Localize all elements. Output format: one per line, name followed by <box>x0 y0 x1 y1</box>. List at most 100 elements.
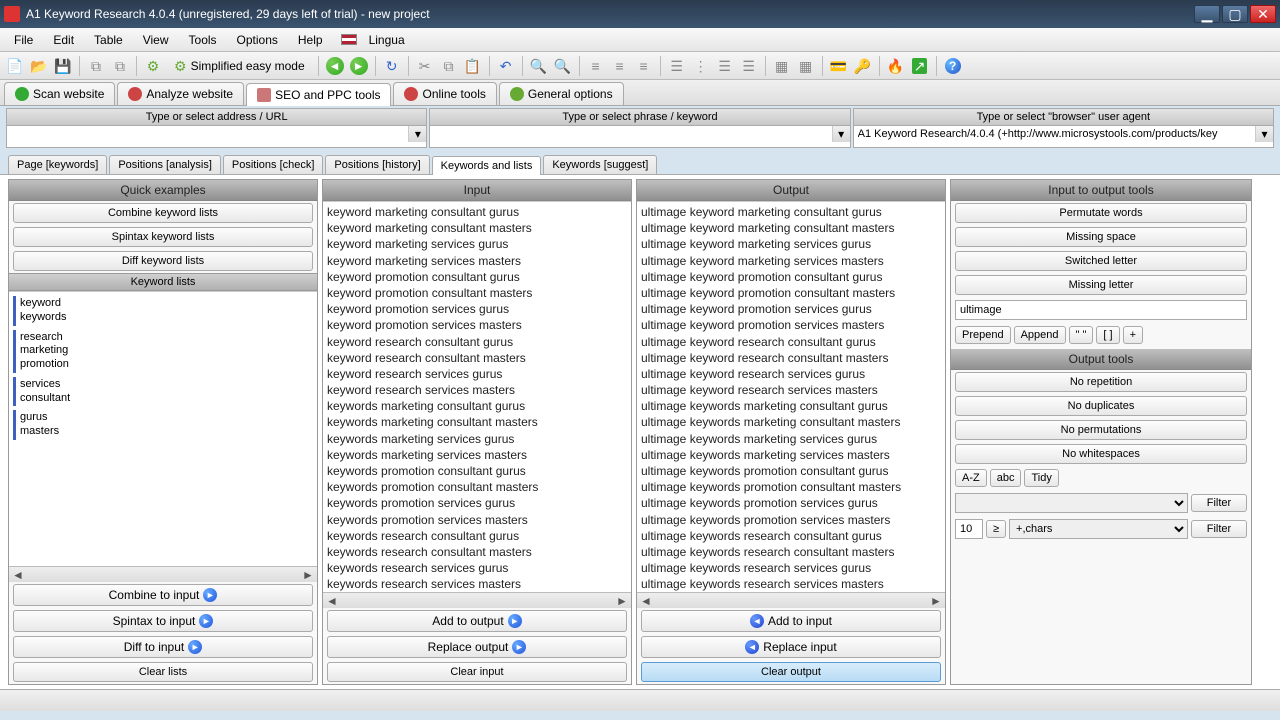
list-item[interactable]: keyword promotion services gurus <box>327 301 627 317</box>
list-item[interactable]: ultimage keyword promotion services mast… <box>641 317 941 333</box>
card-icon[interactable]: 💳 <box>828 55 850 77</box>
az-button[interactable]: A-Z <box>955 469 987 487</box>
list-item[interactable]: ultimage keywords promotion consultant g… <box>641 463 941 479</box>
list-item[interactable]: keyword promotion consultant masters <box>327 285 627 301</box>
list-item[interactable]: researchmarketingpromotion <box>13 330 317 373</box>
list-item[interactable]: ultimage keywords research consultant gu… <box>641 528 941 544</box>
list-item[interactable]: ultimage keywords research services guru… <box>641 560 941 576</box>
phrase-input[interactable] <box>430 126 831 142</box>
forward-icon[interactable]: ► <box>348 55 370 77</box>
output-hscroll[interactable]: ◄► <box>637 592 945 608</box>
quotes-button[interactable]: " " <box>1069 326 1094 344</box>
diff-kw-button[interactable]: Diff keyword lists <box>13 251 313 271</box>
list-item[interactable]: keywords research consultant gurus <box>327 528 627 544</box>
refresh-icon[interactable]: ↻ <box>381 55 403 77</box>
list-item[interactable]: ultimage keyword marketing services guru… <box>641 236 941 252</box>
list4-icon[interactable]: ☰ <box>738 55 760 77</box>
fire-icon[interactable]: 🔥 <box>885 55 907 77</box>
no-permutations-button[interactable]: No permutations <box>955 420 1247 440</box>
menu-lingua[interactable]: Lingua <box>361 31 413 49</box>
list-item[interactable]: keywords research services masters <box>327 576 627 592</box>
list-item[interactable]: keywords promotion consultant masters <box>327 479 627 495</box>
phrase-dropdown[interactable]: ▾ <box>832 126 850 142</box>
list-item[interactable]: keywords promotion services masters <box>327 512 627 528</box>
list-item[interactable]: keyword marketing consultant masters <box>327 220 627 236</box>
transform-text-input[interactable] <box>955 300 1247 320</box>
abc-button[interactable]: abc <box>990 469 1022 487</box>
menu-edit[interactable]: Edit <box>45 31 82 49</box>
tab-online[interactable]: Online tools <box>393 82 496 105</box>
find-icon[interactable]: 🔍 <box>528 55 550 77</box>
input-list[interactable]: keyword marketing consultant guruskeywor… <box>323 201 631 592</box>
list-item[interactable]: ultimage keyword marketing consultant gu… <box>641 204 941 220</box>
list-item[interactable]: keywords marketing services gurus <box>327 431 627 447</box>
tab-general[interactable]: General options <box>499 82 624 105</box>
no-duplicates-button[interactable]: No duplicates <box>955 396 1247 416</box>
tab-seo-ppc[interactable]: SEO and PPC tools <box>246 83 391 106</box>
menu-help[interactable]: Help <box>290 31 331 49</box>
new-icon[interactable]: 📄 <box>4 55 26 77</box>
list-item[interactable]: keywords research services gurus <box>327 560 627 576</box>
tab-analyze[interactable]: Analyze website <box>117 82 244 105</box>
spintax-kw-button[interactable]: Spintax keyword lists <box>13 227 313 247</box>
menu-options[interactable]: Options <box>229 31 286 49</box>
list-item[interactable]: ultimage keyword marketing services mast… <box>641 253 941 269</box>
list-item[interactable]: ultimage keyword research consultant mas… <box>641 350 941 366</box>
list-item[interactable]: keywords promotion consultant gurus <box>327 463 627 479</box>
save-icon[interactable]: 💾 <box>52 55 74 77</box>
align2-icon[interactable]: ≡ <box>609 55 631 77</box>
list-item[interactable]: ultimage keyword research services maste… <box>641 382 941 398</box>
copy3-icon[interactable]: ⧉ <box>438 55 460 77</box>
list-item[interactable]: keywords marketing consultant masters <box>327 414 627 430</box>
clear-lists-button[interactable]: Clear lists <box>13 662 313 682</box>
maximize-button[interactable]: ▢ <box>1222 5 1248 23</box>
diff-to-input-button[interactable]: Diff to input► <box>13 636 313 658</box>
menu-table[interactable]: Table <box>86 31 131 49</box>
list-item[interactable]: ultimage keywords research consultant ma… <box>641 544 941 560</box>
spintax-to-input-button[interactable]: Spintax to input► <box>13 610 313 632</box>
list2-icon[interactable]: ⋮ <box>690 55 712 77</box>
list-item[interactable]: keyword marketing services gurus <box>327 236 627 252</box>
filter2-button[interactable]: Filter <box>1191 520 1247 538</box>
list-item[interactable]: ultimage keyword research consultant gur… <box>641 334 941 350</box>
filter2-select[interactable]: +,chars <box>1009 519 1188 539</box>
copy2-icon[interactable]: ⧉ <box>109 55 131 77</box>
list-item[interactable]: ultimage keyword promotion consultant gu… <box>641 269 941 285</box>
url-input[interactable] <box>7 126 408 142</box>
list-item[interactable]: keyword promotion consultant gurus <box>327 269 627 285</box>
copy-icon[interactable]: ⧉ <box>85 55 107 77</box>
output-list[interactable]: ultimage keyword marketing consultant gu… <box>637 201 945 592</box>
list-item[interactable]: ultimage keyword marketing consultant ma… <box>641 220 941 236</box>
list-item[interactable]: ultimage keyword promotion consultant ma… <box>641 285 941 301</box>
subtab-keywords-suggest[interactable]: Keywords [suggest] <box>543 155 657 174</box>
replace-output-button[interactable]: Replace output► <box>327 636 627 658</box>
list-item[interactable]: ultimage keywords promotion consultant m… <box>641 479 941 495</box>
paste-icon[interactable]: 📋 <box>462 55 484 77</box>
list-item[interactable]: ultimage keywords marketing consultant g… <box>641 398 941 414</box>
list3-icon[interactable]: ☰ <box>714 55 736 77</box>
clear-input-button[interactable]: Clear input <box>327 662 627 682</box>
list-item[interactable]: ultimage keywords promotion services mas… <box>641 512 941 528</box>
align3-icon[interactable]: ≡ <box>633 55 655 77</box>
back-icon[interactable]: ◄ <box>324 55 346 77</box>
list-item[interactable]: keywords marketing consultant gurus <box>327 398 627 414</box>
missing-space-button[interactable]: Missing space <box>955 227 1247 247</box>
add-to-input-button[interactable]: ◄Add to input <box>641 610 941 632</box>
permutate-button[interactable]: Permutate words <box>955 203 1247 223</box>
switched-letter-button[interactable]: Switched letter <box>955 251 1247 271</box>
col2-icon[interactable]: ▦ <box>795 55 817 77</box>
list-item[interactable]: ultimage keywords marketing services mas… <box>641 447 941 463</box>
list-item[interactable]: keywords marketing services masters <box>327 447 627 463</box>
input-hscroll[interactable]: ◄► <box>323 592 631 608</box>
plus-button[interactable]: + <box>1123 326 1143 344</box>
subtab-positions-analysis[interactable]: Positions [analysis] <box>109 155 221 174</box>
subtab-positions-history[interactable]: Positions [history] <box>325 155 429 174</box>
menu-tools[interactable]: Tools <box>181 31 225 49</box>
keyword-lists-box[interactable]: keywordkeywordsresearchmarketingpromotio… <box>9 291 317 566</box>
list-item[interactable]: ultimage keywords research services mast… <box>641 576 941 592</box>
list-item[interactable]: ultimage keywords marketing services gur… <box>641 431 941 447</box>
combine-to-input-button[interactable]: Combine to input► <box>13 584 313 606</box>
clear-output-button[interactable]: Clear output <box>641 662 941 682</box>
list-item[interactable]: keyword promotion services masters <box>327 317 627 333</box>
open-icon[interactable]: 📂 <box>28 55 50 77</box>
